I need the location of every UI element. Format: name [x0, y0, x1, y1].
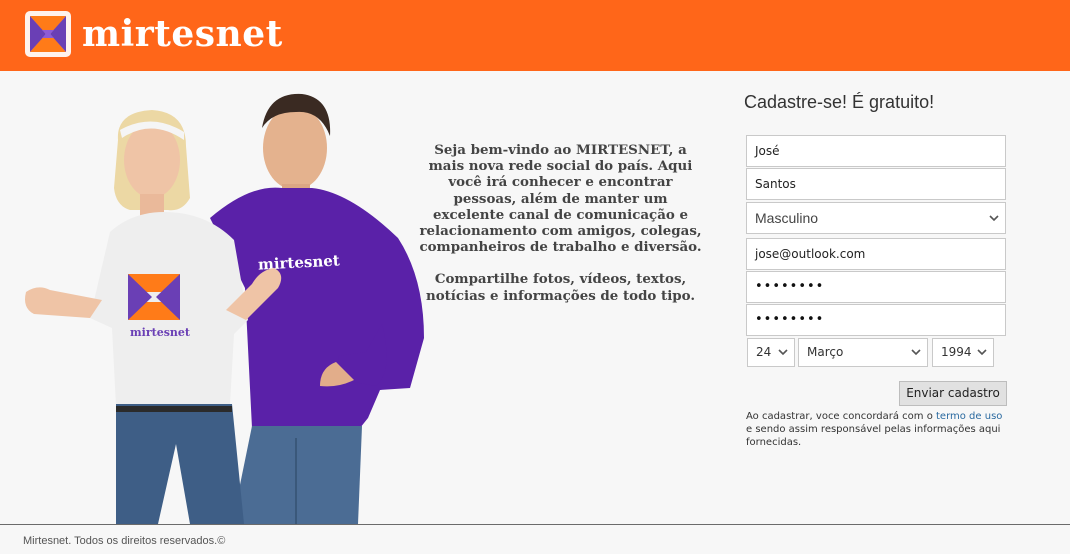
gender-value: Masculino	[755, 210, 819, 226]
share-paragraph: Compartilhe fotos, vídeos, textos, notíc…	[425, 271, 696, 304]
chevron-down-icon	[911, 349, 921, 356]
woman-shirt-text: mirtesnet	[130, 326, 191, 339]
hero-people-illustration: mirtesnet mirtesnet	[25, 93, 424, 524]
welcome-text: Seja bem-vindo ao MIRTESNET, a mais nova…	[418, 142, 703, 304]
signup-title: Cadastre-se! É gratuito!	[744, 92, 935, 112]
birth-month-value: Março	[807, 345, 844, 359]
top-bar: mirtesnet	[0, 0, 1070, 71]
confirm-password-input[interactable]: ••••••••	[746, 304, 1006, 336]
birth-day-select[interactable]: 24	[747, 338, 795, 367]
chevron-down-icon	[977, 349, 987, 356]
brand-logo[interactable]: mirtesnet	[24, 10, 283, 58]
terms-text-before: Ao cadastrar, voce concordará com o	[746, 411, 936, 422]
birth-year-select[interactable]: 1994	[932, 338, 994, 367]
footer-divider	[0, 524, 1070, 525]
birth-month-select[interactable]: Março	[798, 338, 928, 367]
birth-day-value: 24	[756, 345, 772, 359]
password-input[interactable]: ••••••••	[746, 271, 1006, 303]
email-input[interactable]: jose@outlook.com	[746, 238, 1006, 270]
footer-copyright: Mirtesnet. Todos os direitos reservados.…	[23, 535, 226, 547]
terms-text-after: e sendo assim responsável pelas informaç…	[746, 424, 1001, 448]
last-name-input[interactable]: Santos	[746, 168, 1006, 200]
terms-notice: Ao cadastrar, voce concordará com o term…	[746, 410, 1008, 449]
birth-year-value: 1994	[941, 345, 972, 359]
submit-signup-button[interactable]: Enviar cadastro	[899, 381, 1007, 406]
mirtesnet-logo-icon	[25, 11, 71, 57]
chevron-down-icon	[989, 215, 999, 222]
brand-name: mirtesnet	[82, 13, 283, 55]
chevron-down-icon	[778, 349, 788, 356]
gender-select[interactable]: Masculino	[746, 202, 1006, 234]
terms-of-use-link[interactable]: termo de uso	[936, 411, 1002, 422]
welcome-paragraph: Seja bem-vindo ao MIRTESNET, a mais nova…	[419, 142, 702, 256]
first-name-input[interactable]: José	[746, 135, 1006, 167]
